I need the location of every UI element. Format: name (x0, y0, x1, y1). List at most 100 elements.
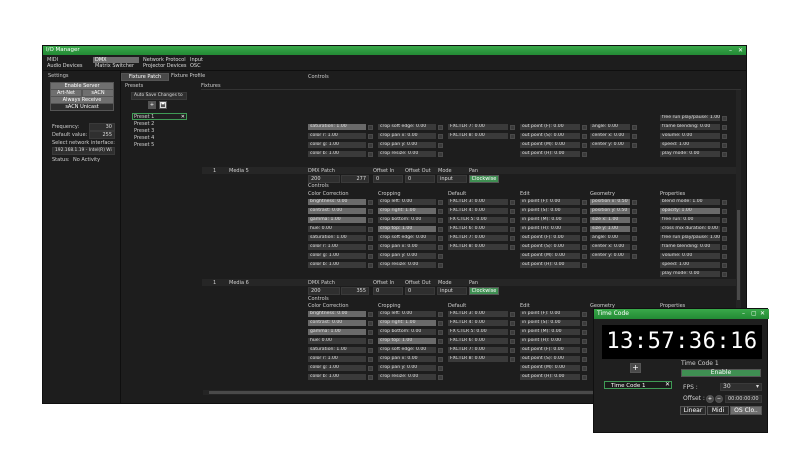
control-checkbox[interactable] (438, 338, 443, 344)
control-checkbox[interactable] (582, 226, 587, 232)
control-checkbox[interactable] (368, 151, 373, 157)
control-value-field[interactable]: out point (F): 0.00 (520, 235, 580, 241)
tc-restore-button[interactable]: ▢ (751, 310, 757, 317)
control-value-field[interactable]: out point (S): 0.00 (520, 244, 580, 250)
control-checkbox[interactable] (722, 253, 727, 259)
preset-item-5[interactable]: Preset 5 (134, 142, 154, 148)
close-icon[interactable]: ✕ (665, 382, 670, 388)
control-value-field[interactable]: out point (H): 0.00 (520, 374, 580, 380)
control-value-field[interactable]: crop left: 0.00 (378, 311, 436, 317)
close-icon[interactable]: ✕ (181, 114, 185, 120)
tab-audio-devices[interactable]: Audio Devices (45, 63, 85, 69)
control-checkbox[interactable] (632, 253, 637, 259)
offset-plus-button[interactable]: + (706, 395, 714, 403)
control-checkbox[interactable] (510, 338, 515, 344)
control-checkbox[interactable] (582, 329, 587, 335)
control-checkbox[interactable] (438, 253, 443, 259)
media6-dmx-end[interactable]: 355 (341, 287, 369, 295)
fps-select[interactable]: 30 ▾ (720, 383, 762, 391)
control-value-field[interactable]: crop soft edge: 0.00 (378, 124, 436, 130)
control-value-field[interactable]: crop pan x: 0.00 (378, 356, 436, 362)
control-value-field[interactable]: FXCTLR 6: 0.00 (448, 226, 508, 232)
control-checkbox[interactable] (510, 329, 515, 335)
control-checkbox[interactable] (368, 142, 373, 148)
control-checkbox[interactable] (582, 347, 587, 353)
control-value-field[interactable]: FXCTLR 3: 0.00 (448, 311, 508, 317)
control-checkbox[interactable] (582, 365, 587, 371)
control-value-field[interactable]: gamma: 1.00 (308, 217, 366, 223)
control-value-field[interactable]: free run play/pause: 1.00 (660, 235, 720, 241)
control-checkbox[interactable] (582, 217, 587, 223)
control-value-field[interactable]: crop soft edge: 0.00 (378, 235, 436, 241)
control-checkbox[interactable] (722, 199, 727, 205)
control-checkbox[interactable] (722, 262, 727, 268)
preset-item-3[interactable]: Preset 3 (134, 128, 154, 134)
offset-minus-button[interactable]: − (715, 395, 723, 403)
control-checkbox[interactable] (632, 199, 637, 205)
control-checkbox[interactable] (722, 151, 727, 157)
control-value-field[interactable]: FXCTLR 8: 0.00 (448, 244, 508, 250)
control-checkbox[interactable] (510, 124, 515, 130)
control-checkbox[interactable] (368, 226, 373, 232)
control-checkbox[interactable] (722, 226, 727, 232)
control-value-field[interactable]: volume: 0.00 (660, 133, 720, 139)
control-value-field[interactable]: in point (S): 0.00 (520, 208, 580, 214)
control-checkbox[interactable] (582, 142, 587, 148)
control-checkbox[interactable] (582, 311, 587, 317)
control-value-field[interactable]: contrast: 0.00 (308, 208, 366, 214)
time-code-list-item[interactable]: Time Code 1 ✕ (604, 381, 672, 389)
control-value-field[interactable]: FXCTLR 8: 0.00 (448, 356, 508, 362)
control-checkbox[interactable] (368, 133, 373, 139)
control-value-field[interactable]: crop bottom: 0.00 (378, 217, 436, 223)
control-value-field[interactable]: gamma: 1.00 (308, 329, 366, 335)
control-value-field[interactable]: crop soft edge: 0.00 (378, 347, 436, 353)
tab-fixture-profile[interactable]: Fixture Profile (171, 73, 205, 79)
control-value-field[interactable]: free run play/pause: 1.00 (660, 115, 720, 121)
control-value-field[interactable]: center y: 0.00 (590, 142, 630, 148)
control-checkbox[interactable] (582, 262, 587, 268)
default-value-input[interactable]: 255 (89, 131, 115, 139)
control-value-field[interactable]: FX CTLR 5: 0.00 (448, 217, 508, 223)
media5-dmx-start[interactable]: 200 (308, 175, 340, 183)
control-checkbox[interactable] (632, 226, 637, 232)
control-value-field[interactable]: in point (F): 0.00 (520, 199, 580, 205)
control-value-field[interactable]: color b: 1.00 (308, 374, 366, 380)
control-value-field[interactable]: color r: 1.00 (308, 356, 366, 362)
control-value-field[interactable]: crop resize: 0.00 (378, 262, 436, 268)
control-value-field[interactable]: position x: 0.50 (590, 199, 630, 205)
mode-os-clock-button[interactable]: OS Clo.. (730, 406, 762, 415)
control-value-field[interactable]: FXCTLR 4: 0.00 (448, 208, 508, 214)
control-value-field[interactable]: FXCTLR 7: 0.00 (448, 124, 508, 130)
control-value-field[interactable]: FXCTLR 6: 0.00 (448, 338, 508, 344)
media5-offset-out[interactable]: 0 (405, 175, 435, 183)
control-checkbox[interactable] (438, 133, 443, 139)
media6-mode-select[interactable]: input (437, 287, 467, 295)
control-value-field[interactable]: in point (M): 0.00 (520, 217, 580, 223)
media6-offset-out[interactable]: 0 (405, 287, 435, 295)
control-value-field[interactable]: crop pan x: 0.00 (378, 133, 436, 139)
control-value-field[interactable]: crop left: 0.00 (378, 199, 436, 205)
control-checkbox[interactable] (438, 262, 443, 268)
control-checkbox[interactable] (582, 151, 587, 157)
control-value-field[interactable]: in point (H): 0.00 (520, 226, 580, 232)
control-value-field[interactable]: contrast: 0.00 (308, 320, 366, 326)
tc-close-button[interactable]: ✕ (760, 310, 765, 317)
control-value-field[interactable]: blend mode: 1.00 (660, 199, 720, 205)
control-checkbox[interactable] (722, 133, 727, 139)
control-value-field[interactable]: center y: 0.00 (590, 253, 630, 259)
control-checkbox[interactable] (368, 347, 373, 353)
control-value-field[interactable]: out point (H): 0.00 (520, 262, 580, 268)
control-checkbox[interactable] (722, 115, 727, 121)
control-value-field[interactable]: in point (S): 0.00 (520, 320, 580, 326)
control-checkbox[interactable] (438, 217, 443, 223)
control-value-field[interactable]: FXCTLR 4: 0.00 (448, 320, 508, 326)
control-checkbox[interactable] (582, 124, 587, 130)
control-value-field[interactable]: play mode: 0.00 (660, 271, 720, 277)
control-checkbox[interactable] (722, 124, 727, 130)
control-checkbox[interactable] (582, 374, 587, 380)
control-value-field[interactable]: crop pan y: 0.00 (378, 142, 436, 148)
control-checkbox[interactable] (368, 208, 373, 214)
control-checkbox[interactable] (438, 151, 443, 157)
control-checkbox[interactable] (368, 235, 373, 241)
control-value-field[interactable]: angle: 0.00 (590, 124, 630, 130)
